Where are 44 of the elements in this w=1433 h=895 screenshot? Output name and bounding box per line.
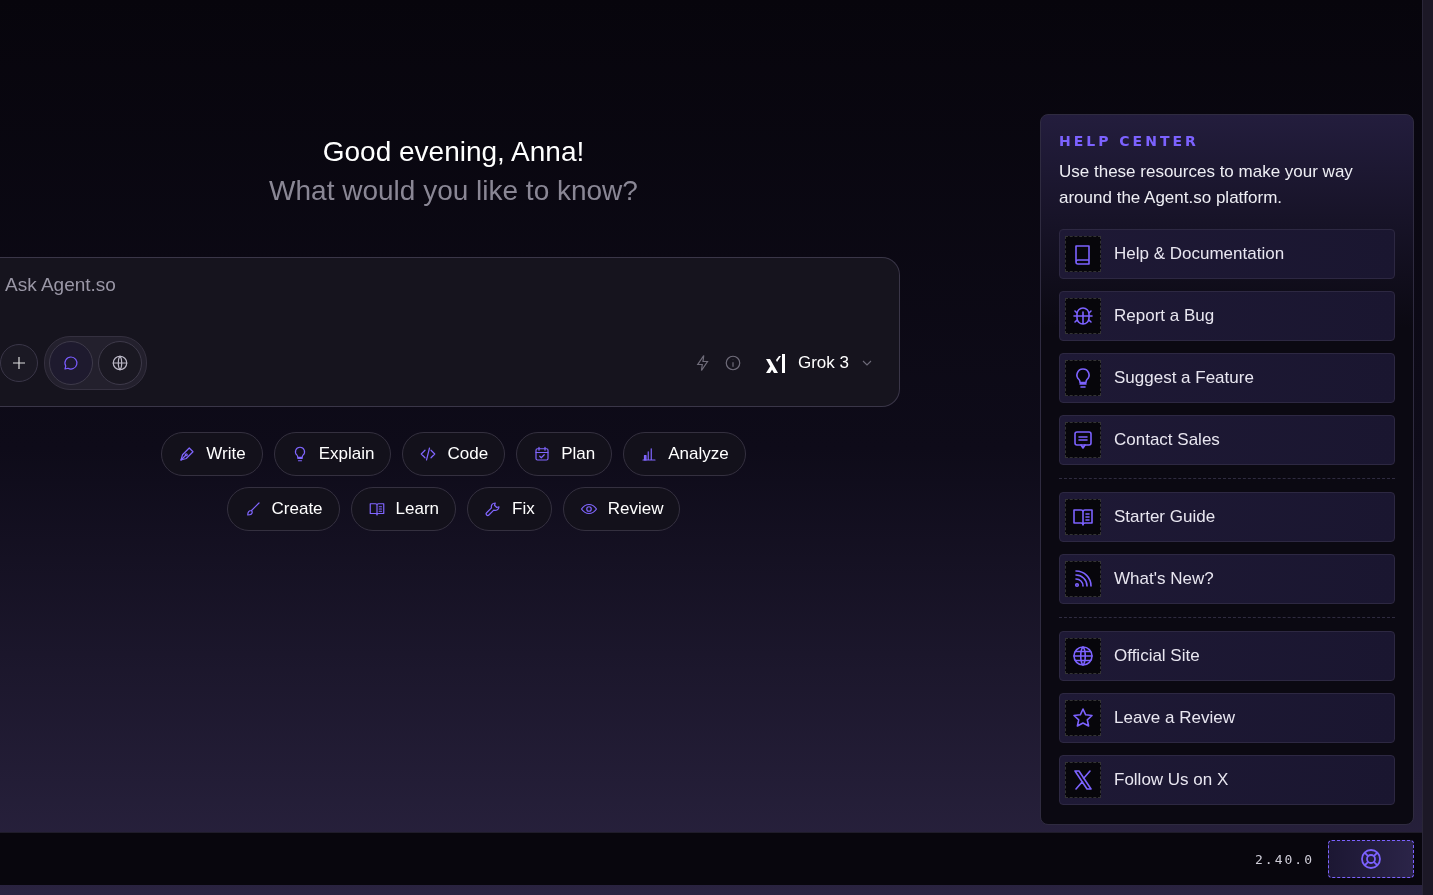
- info-icon[interactable]: [723, 354, 742, 372]
- open-book-icon: [367, 500, 386, 518]
- code-icon: [419, 445, 438, 463]
- help-link[interactable]: Suggest a Feature: [1059, 353, 1395, 403]
- x-logo-icon: [1071, 768, 1095, 792]
- model-selector[interactable]: Grok 3: [753, 351, 883, 375]
- globe-icon: [111, 354, 129, 372]
- greeting-title: Good evening, Anna!: [322, 135, 585, 169]
- prompt-chip[interactable]: Review: [562, 487, 681, 531]
- help-link[interactable]: What's New?: [1059, 554, 1395, 604]
- help-link[interactable]: Help & Documentation: [1059, 229, 1395, 279]
- help-link[interactable]: Report a Bug: [1059, 291, 1395, 341]
- greeting-subtitle: What would you like to know?: [269, 174, 638, 208]
- help-link[interactable]: Leave a Review: [1059, 693, 1395, 743]
- add-button[interactable]: [0, 344, 38, 382]
- prompt-chip[interactable]: Create: [226, 487, 340, 531]
- help-button[interactable]: [1328, 840, 1414, 878]
- prompt-chip[interactable]: Analyze: [623, 432, 746, 476]
- help-link[interactable]: Contact Sales: [1059, 415, 1395, 465]
- prompt-chip[interactable]: Explain: [273, 432, 392, 476]
- globe-icon: [1071, 644, 1095, 668]
- prompt-chip[interactable]: Fix: [467, 487, 552, 531]
- star-icon: [1071, 706, 1095, 730]
- panel-title: HELP CENTER: [1059, 133, 1200, 149]
- panel-description: Use these resources to make your way around the Agent.so platform.: [1059, 161, 1354, 209]
- prompt-chip[interactable]: Learn: [350, 487, 457, 531]
- version-label: 2.40.0: [1255, 851, 1314, 867]
- model-logo-icon: [763, 351, 788, 375]
- mode-button[interactable]: [98, 341, 142, 385]
- help-link[interactable]: Follow Us on X: [1059, 755, 1395, 805]
- help-link[interactable]: Official Site: [1059, 631, 1395, 681]
- prompt-chip[interactable]: Code: [402, 432, 506, 476]
- chat-bubble-icon: [62, 354, 80, 372]
- plus-icon: [10, 354, 28, 372]
- prompt-chip[interactable]: Plan: [516, 432, 613, 476]
- message-icon: [1071, 428, 1095, 452]
- prompt-chip[interactable]: Write: [161, 432, 263, 476]
- message-input[interactable]: Ask Agent.so: [5, 274, 305, 296]
- calendar-icon: [533, 445, 552, 463]
- help-link[interactable]: Starter Guide: [1059, 492, 1395, 542]
- pen-icon: [178, 445, 197, 463]
- bug-icon: [1071, 304, 1095, 328]
- wrench-icon: [484, 500, 503, 518]
- lifebuoy-icon: [1359, 847, 1383, 871]
